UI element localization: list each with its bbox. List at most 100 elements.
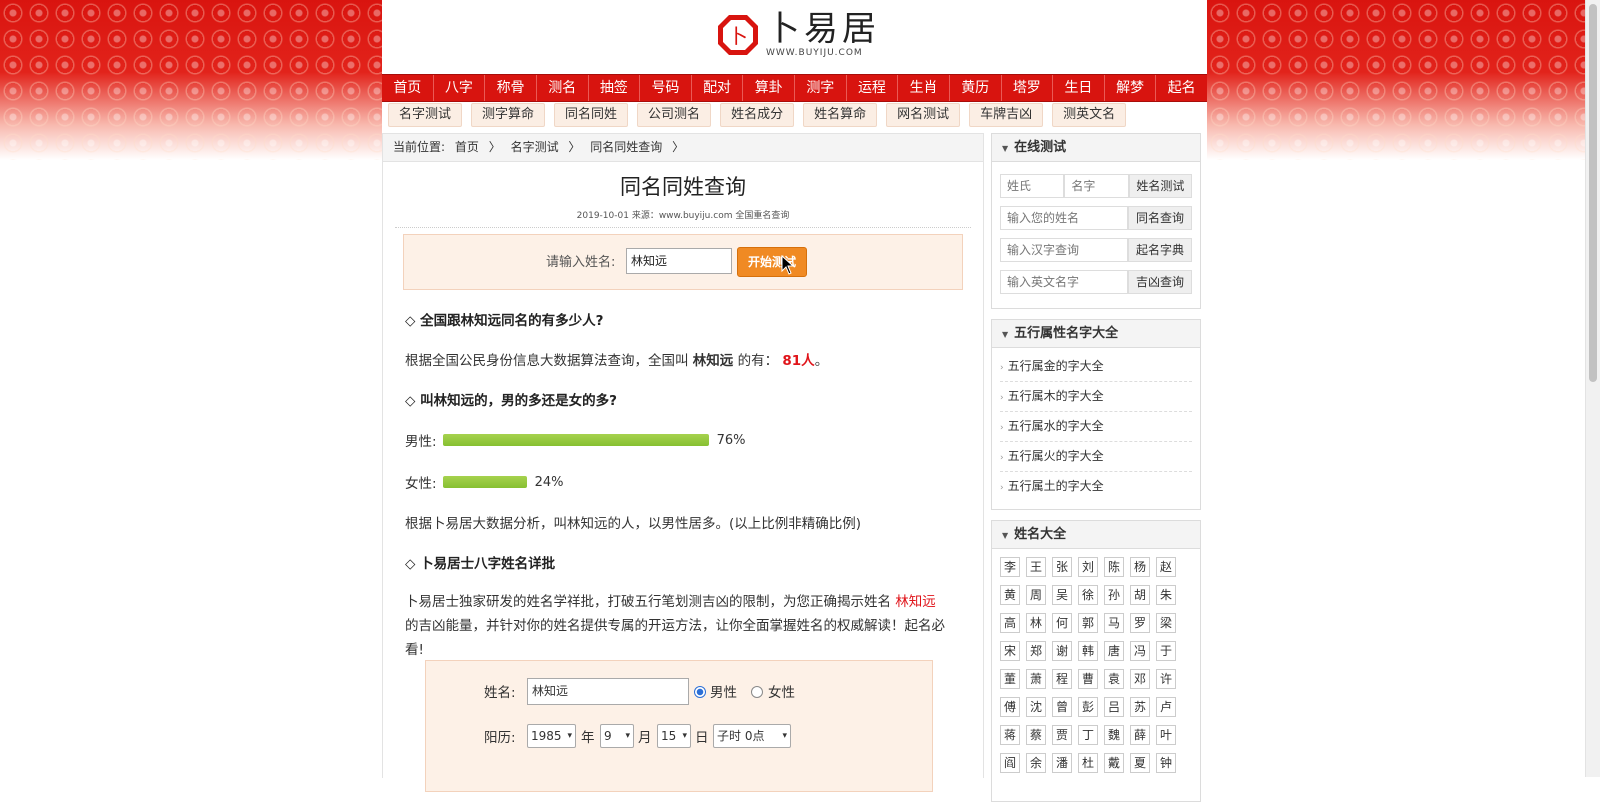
surname-link[interactable]: 萧 bbox=[1026, 669, 1046, 689]
surname-link[interactable]: 潘 bbox=[1052, 753, 1072, 773]
naming-dictionary-button[interactable]: 起名字典 bbox=[1128, 238, 1192, 262]
wuxing-link[interactable]: › 五行属木的字大全 bbox=[1000, 382, 1192, 412]
female-radio-label[interactable]: 女性 bbox=[768, 681, 795, 701]
main-nav-item[interactable]: 测字 bbox=[795, 75, 847, 101]
main-nav-item[interactable]: 抽签 bbox=[589, 75, 641, 101]
main-nav-item[interactable]: 生日 bbox=[1053, 75, 1105, 101]
male-radio-label[interactable]: 男性 bbox=[710, 681, 737, 701]
surname-link[interactable]: 杜 bbox=[1078, 753, 1098, 773]
sub-nav-item[interactable]: 姓名算命 bbox=[803, 103, 878, 127]
surname-link[interactable]: 董 bbox=[1000, 669, 1020, 689]
surname-link[interactable]: 李 bbox=[1000, 557, 1020, 577]
surname-link[interactable]: 黄 bbox=[1000, 585, 1020, 605]
surname-link[interactable]: 何 bbox=[1052, 613, 1072, 633]
main-nav-item[interactable]: 起名 bbox=[1156, 75, 1207, 101]
surname-link[interactable]: 夏 bbox=[1130, 753, 1150, 773]
surname-link[interactable]: 程 bbox=[1052, 669, 1072, 689]
main-nav-item[interactable]: 运程 bbox=[847, 75, 899, 101]
fortune-query-button[interactable]: 吉凶查询 bbox=[1128, 270, 1192, 294]
hanzi-input[interactable]: 输入汉字查询 bbox=[1000, 238, 1129, 262]
surname-link[interactable]: 林 bbox=[1026, 613, 1046, 633]
wuxing-link[interactable]: › 五行属土的字大全 bbox=[1000, 472, 1192, 501]
scrollbar-thumb[interactable] bbox=[1589, 4, 1597, 382]
surname-link[interactable]: 赵 bbox=[1156, 557, 1176, 577]
surname-link[interactable]: 吴 bbox=[1052, 585, 1072, 605]
wuxing-link[interactable]: › 五行属火的字大全 bbox=[1000, 442, 1192, 472]
surname-link[interactable]: 梁 bbox=[1156, 613, 1176, 633]
surname-link[interactable]: 彭 bbox=[1078, 697, 1098, 717]
page-scrollbar[interactable] bbox=[1585, 0, 1600, 777]
main-nav-item[interactable]: 号码 bbox=[640, 75, 692, 101]
sub-nav-item[interactable]: 同名同姓 bbox=[554, 103, 629, 127]
surname-input[interactable]: 姓氏 bbox=[1000, 174, 1065, 198]
surname-link[interactable]: 魏 bbox=[1104, 725, 1124, 745]
surname-link[interactable]: 孙 bbox=[1104, 585, 1124, 605]
main-nav-item[interactable]: 解梦 bbox=[1105, 75, 1157, 101]
surname-link[interactable]: 曾 bbox=[1052, 697, 1072, 717]
name-test-button[interactable]: 姓名测试 bbox=[1128, 174, 1192, 198]
surname-link[interactable]: 许 bbox=[1156, 669, 1176, 689]
surname-link[interactable]: 薛 bbox=[1130, 725, 1150, 745]
surname-link[interactable]: 吕 bbox=[1104, 697, 1124, 717]
surname-link[interactable]: 郭 bbox=[1078, 613, 1098, 633]
surname-link[interactable]: 蔡 bbox=[1026, 725, 1046, 745]
main-nav-item[interactable]: 生肖 bbox=[898, 75, 950, 101]
surname-link[interactable]: 韩 bbox=[1078, 641, 1098, 661]
year-select[interactable]: 1985 ▾ bbox=[527, 724, 576, 748]
month-select[interactable]: 9 ▾ bbox=[600, 724, 634, 748]
main-nav-item[interactable]: 八字 bbox=[434, 75, 486, 101]
surname-link[interactable]: 张 bbox=[1052, 557, 1072, 577]
full-name-input[interactable]: 输入您的姓名 bbox=[1000, 206, 1129, 230]
surname-link[interactable]: 丁 bbox=[1078, 725, 1098, 745]
main-nav-item[interactable]: 配对 bbox=[692, 75, 744, 101]
main-nav-item[interactable]: 黄历 bbox=[950, 75, 1002, 101]
surname-link[interactable]: 罗 bbox=[1130, 613, 1150, 633]
surname-link[interactable]: 胡 bbox=[1130, 585, 1150, 605]
surname-link[interactable]: 于 bbox=[1156, 641, 1176, 661]
surname-link[interactable]: 郑 bbox=[1026, 641, 1046, 661]
surname-link[interactable]: 袁 bbox=[1104, 669, 1124, 689]
surname-link[interactable]: 宋 bbox=[1000, 641, 1020, 661]
same-name-query-button[interactable]: 同名查询 bbox=[1128, 206, 1192, 230]
surname-link[interactable]: 钟 bbox=[1156, 753, 1176, 773]
surname-link[interactable]: 阎 bbox=[1000, 753, 1020, 773]
sub-nav-item[interactable]: 网名测试 bbox=[886, 103, 961, 127]
surname-link[interactable]: 沈 bbox=[1026, 697, 1046, 717]
english-name-input[interactable]: 输入英文名字 bbox=[1000, 270, 1129, 294]
sub-nav-item[interactable]: 车牌吉凶 bbox=[969, 103, 1044, 127]
main-nav-item[interactable]: 塔罗 bbox=[1002, 75, 1054, 101]
breadcrumb-link-home[interactable]: 首页 bbox=[455, 140, 479, 154]
surname-link[interactable]: 冯 bbox=[1130, 641, 1150, 661]
main-nav-item[interactable]: 称骨 bbox=[485, 75, 537, 101]
sub-nav-item[interactable]: 测英文名 bbox=[1052, 103, 1127, 127]
site-logo[interactable]: 卜 卜易居 WWW.BUYIJU.COM bbox=[716, 12, 880, 58]
surname-link[interactable]: 谢 bbox=[1052, 641, 1072, 661]
surname-link[interactable]: 贾 bbox=[1052, 725, 1072, 745]
search-name-input[interactable]: 林知远 bbox=[626, 248, 732, 274]
surname-link[interactable]: 曹 bbox=[1078, 669, 1098, 689]
surname-link[interactable]: 苏 bbox=[1130, 697, 1150, 717]
given-name-input[interactable]: 名字 bbox=[1064, 174, 1129, 198]
main-nav-item[interactable]: 测名 bbox=[537, 75, 589, 101]
hour-select[interactable]: 子时 0点 ▾ bbox=[713, 724, 791, 748]
surname-link[interactable]: 杨 bbox=[1130, 557, 1150, 577]
surname-link[interactable]: 陈 bbox=[1104, 557, 1124, 577]
surname-link[interactable]: 徐 bbox=[1078, 585, 1098, 605]
surname-link[interactable]: 叶 bbox=[1156, 725, 1176, 745]
breadcrumb-link-current[interactable]: 同名同姓查询 bbox=[590, 140, 662, 154]
surname-link[interactable]: 余 bbox=[1026, 753, 1046, 773]
main-nav-item[interactable]: 算卦 bbox=[743, 75, 795, 101]
start-test-button[interactable]: 开始测试 bbox=[737, 247, 807, 277]
surname-link[interactable]: 傅 bbox=[1000, 697, 1020, 717]
surname-link[interactable]: 戴 bbox=[1104, 753, 1124, 773]
surname-link[interactable]: 卢 bbox=[1156, 697, 1176, 717]
wuxing-link[interactable]: › 五行属水的字大全 bbox=[1000, 412, 1192, 442]
surname-link[interactable]: 高 bbox=[1000, 613, 1020, 633]
surname-link[interactable]: 朱 bbox=[1156, 585, 1176, 605]
surname-link[interactable]: 蒋 bbox=[1000, 725, 1020, 745]
surname-link[interactable]: 刘 bbox=[1078, 557, 1098, 577]
female-radio[interactable] bbox=[751, 686, 763, 698]
day-select[interactable]: 15 ▾ bbox=[657, 724, 691, 748]
sub-nav-item[interactable]: 公司测名 bbox=[637, 103, 712, 127]
surname-link[interactable]: 周 bbox=[1026, 585, 1046, 605]
